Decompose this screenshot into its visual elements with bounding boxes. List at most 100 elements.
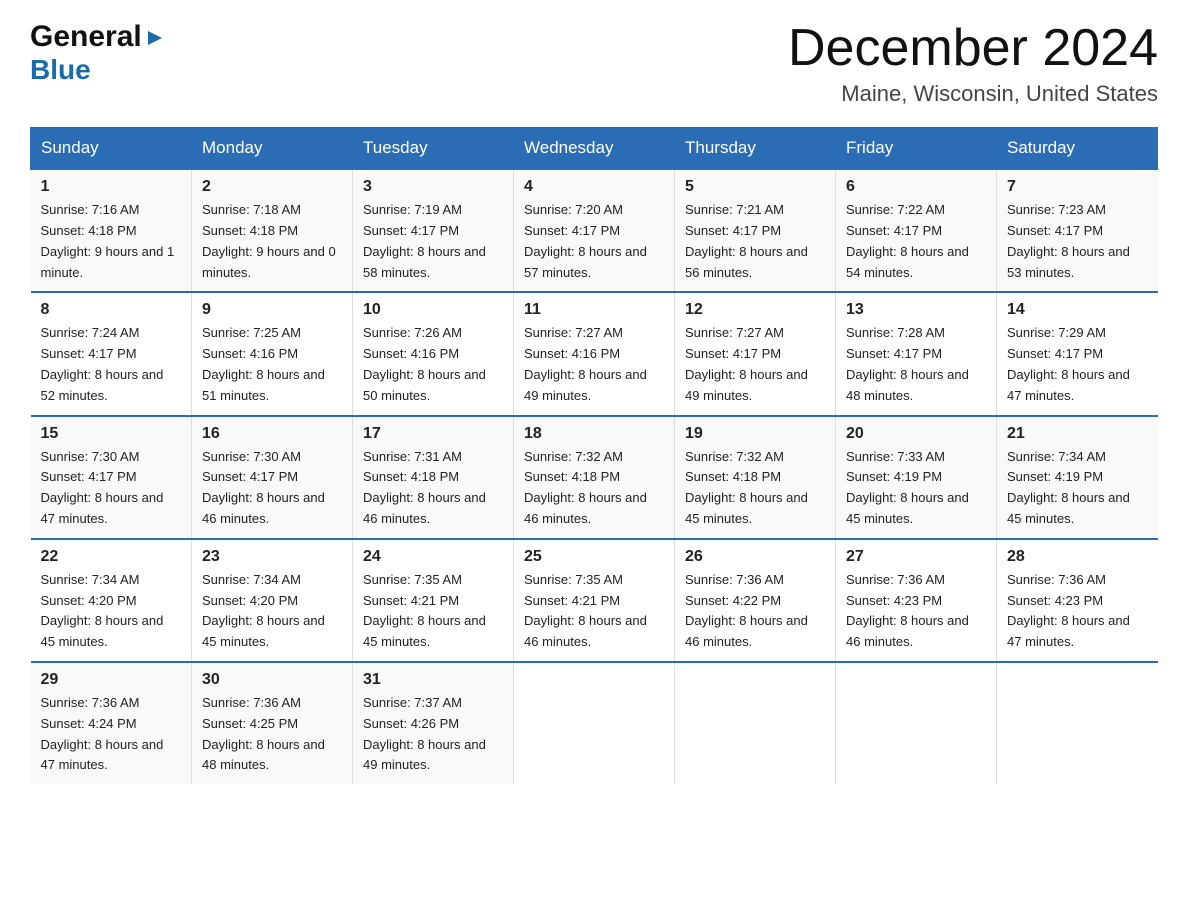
day-number: 5 bbox=[685, 178, 825, 196]
day-number: 29 bbox=[41, 671, 182, 689]
day-number: 17 bbox=[363, 425, 503, 443]
month-title: December 2024 bbox=[788, 20, 1158, 77]
day-info: Sunrise: 7:32 AMSunset: 4:18 PMDaylight:… bbox=[685, 447, 825, 530]
day-number: 28 bbox=[1007, 548, 1148, 566]
day-number: 16 bbox=[202, 425, 342, 443]
day-number: 31 bbox=[363, 671, 503, 689]
header-wednesday: Wednesday bbox=[514, 128, 675, 170]
day-number: 12 bbox=[685, 301, 825, 319]
calendar-cell: 11 Sunrise: 7:27 AMSunset: 4:16 PMDaylig… bbox=[514, 292, 675, 415]
day-number: 11 bbox=[524, 301, 664, 319]
day-info: Sunrise: 7:24 AMSunset: 4:17 PMDaylight:… bbox=[41, 323, 182, 406]
header-friday: Friday bbox=[836, 128, 997, 170]
calendar-cell: 22 Sunrise: 7:34 AMSunset: 4:20 PMDaylig… bbox=[31, 539, 192, 662]
calendar-cell: 12 Sunrise: 7:27 AMSunset: 4:17 PMDaylig… bbox=[675, 292, 836, 415]
day-info: Sunrise: 7:36 AMSunset: 4:25 PMDaylight:… bbox=[202, 693, 342, 776]
header-sunday: Sunday bbox=[31, 128, 192, 170]
day-number: 24 bbox=[363, 548, 503, 566]
day-number: 6 bbox=[846, 178, 986, 196]
day-info: Sunrise: 7:35 AMSunset: 4:21 PMDaylight:… bbox=[524, 570, 664, 653]
day-info: Sunrise: 7:16 AMSunset: 4:18 PMDaylight:… bbox=[41, 200, 182, 283]
header-row: Sunday Monday Tuesday Wednesday Thursday… bbox=[31, 128, 1158, 170]
day-number: 22 bbox=[41, 548, 182, 566]
calendar-cell: 25 Sunrise: 7:35 AMSunset: 4:21 PMDaylig… bbox=[514, 539, 675, 662]
day-info: Sunrise: 7:23 AMSunset: 4:17 PMDaylight:… bbox=[1007, 200, 1148, 283]
calendar-cell: 17 Sunrise: 7:31 AMSunset: 4:18 PMDaylig… bbox=[353, 416, 514, 539]
calendar-header: Sunday Monday Tuesday Wednesday Thursday… bbox=[31, 128, 1158, 170]
calendar-cell: 18 Sunrise: 7:32 AMSunset: 4:18 PMDaylig… bbox=[514, 416, 675, 539]
calendar-cell: 21 Sunrise: 7:34 AMSunset: 4:19 PMDaylig… bbox=[997, 416, 1158, 539]
title-section: December 2024 Maine, Wisconsin, United S… bbox=[788, 20, 1158, 107]
calendar-body: 1 Sunrise: 7:16 AMSunset: 4:18 PMDayligh… bbox=[31, 169, 1158, 784]
logo: General Blue bbox=[30, 20, 166, 86]
calendar-cell bbox=[675, 662, 836, 784]
calendar-cell: 20 Sunrise: 7:33 AMSunset: 4:19 PMDaylig… bbox=[836, 416, 997, 539]
calendar-cell: 2 Sunrise: 7:18 AMSunset: 4:18 PMDayligh… bbox=[192, 169, 353, 292]
day-number: 30 bbox=[202, 671, 342, 689]
calendar-week-row: 8 Sunrise: 7:24 AMSunset: 4:17 PMDayligh… bbox=[31, 292, 1158, 415]
day-info: Sunrise: 7:30 AMSunset: 4:17 PMDaylight:… bbox=[41, 447, 182, 530]
day-number: 2 bbox=[202, 178, 342, 196]
day-number: 1 bbox=[41, 178, 182, 196]
day-number: 14 bbox=[1007, 301, 1148, 319]
day-number: 23 bbox=[202, 548, 342, 566]
calendar-cell: 28 Sunrise: 7:36 AMSunset: 4:23 PMDaylig… bbox=[997, 539, 1158, 662]
day-info: Sunrise: 7:34 AMSunset: 4:19 PMDaylight:… bbox=[1007, 447, 1148, 530]
day-number: 9 bbox=[202, 301, 342, 319]
page-header: General Blue December 2024 Maine, Wiscon… bbox=[30, 20, 1158, 107]
calendar-cell: 16 Sunrise: 7:30 AMSunset: 4:17 PMDaylig… bbox=[192, 416, 353, 539]
logo-triangle-icon bbox=[144, 27, 166, 49]
calendar-week-row: 29 Sunrise: 7:36 AMSunset: 4:24 PMDaylig… bbox=[31, 662, 1158, 784]
day-info: Sunrise: 7:32 AMSunset: 4:18 PMDaylight:… bbox=[524, 447, 664, 530]
day-info: Sunrise: 7:22 AMSunset: 4:17 PMDaylight:… bbox=[846, 200, 986, 283]
day-info: Sunrise: 7:19 AMSunset: 4:17 PMDaylight:… bbox=[363, 200, 503, 283]
day-number: 4 bbox=[524, 178, 664, 196]
calendar-cell: 3 Sunrise: 7:19 AMSunset: 4:17 PMDayligh… bbox=[353, 169, 514, 292]
calendar-cell: 9 Sunrise: 7:25 AMSunset: 4:16 PMDayligh… bbox=[192, 292, 353, 415]
calendar-cell: 1 Sunrise: 7:16 AMSunset: 4:18 PMDayligh… bbox=[31, 169, 192, 292]
day-info: Sunrise: 7:26 AMSunset: 4:16 PMDaylight:… bbox=[363, 323, 503, 406]
calendar-cell: 27 Sunrise: 7:36 AMSunset: 4:23 PMDaylig… bbox=[836, 539, 997, 662]
day-info: Sunrise: 7:30 AMSunset: 4:17 PMDaylight:… bbox=[202, 447, 342, 530]
calendar-cell: 23 Sunrise: 7:34 AMSunset: 4:20 PMDaylig… bbox=[192, 539, 353, 662]
calendar-cell: 5 Sunrise: 7:21 AMSunset: 4:17 PMDayligh… bbox=[675, 169, 836, 292]
calendar-cell: 13 Sunrise: 7:28 AMSunset: 4:17 PMDaylig… bbox=[836, 292, 997, 415]
day-info: Sunrise: 7:37 AMSunset: 4:26 PMDaylight:… bbox=[363, 693, 503, 776]
day-number: 18 bbox=[524, 425, 664, 443]
calendar-cell bbox=[514, 662, 675, 784]
day-info: Sunrise: 7:25 AMSunset: 4:16 PMDaylight:… bbox=[202, 323, 342, 406]
calendar-cell: 19 Sunrise: 7:32 AMSunset: 4:18 PMDaylig… bbox=[675, 416, 836, 539]
day-info: Sunrise: 7:34 AMSunset: 4:20 PMDaylight:… bbox=[41, 570, 182, 653]
day-info: Sunrise: 7:31 AMSunset: 4:18 PMDaylight:… bbox=[363, 447, 503, 530]
day-number: 19 bbox=[685, 425, 825, 443]
calendar-cell: 26 Sunrise: 7:36 AMSunset: 4:22 PMDaylig… bbox=[675, 539, 836, 662]
calendar-cell: 24 Sunrise: 7:35 AMSunset: 4:21 PMDaylig… bbox=[353, 539, 514, 662]
header-thursday: Thursday bbox=[675, 128, 836, 170]
day-number: 25 bbox=[524, 548, 664, 566]
calendar-cell: 31 Sunrise: 7:37 AMSunset: 4:26 PMDaylig… bbox=[353, 662, 514, 784]
day-number: 3 bbox=[363, 178, 503, 196]
day-number: 26 bbox=[685, 548, 825, 566]
calendar-cell: 29 Sunrise: 7:36 AMSunset: 4:24 PMDaylig… bbox=[31, 662, 192, 784]
calendar-week-row: 15 Sunrise: 7:30 AMSunset: 4:17 PMDaylig… bbox=[31, 416, 1158, 539]
calendar-table: Sunday Monday Tuesday Wednesday Thursday… bbox=[30, 127, 1158, 784]
logo-general: General bbox=[30, 20, 142, 54]
location-title: Maine, Wisconsin, United States bbox=[788, 81, 1158, 107]
day-number: 13 bbox=[846, 301, 986, 319]
day-info: Sunrise: 7:36 AMSunset: 4:22 PMDaylight:… bbox=[685, 570, 825, 653]
day-info: Sunrise: 7:18 AMSunset: 4:18 PMDaylight:… bbox=[202, 200, 342, 283]
day-number: 20 bbox=[846, 425, 986, 443]
day-info: Sunrise: 7:34 AMSunset: 4:20 PMDaylight:… bbox=[202, 570, 342, 653]
calendar-cell: 10 Sunrise: 7:26 AMSunset: 4:16 PMDaylig… bbox=[353, 292, 514, 415]
day-info: Sunrise: 7:35 AMSunset: 4:21 PMDaylight:… bbox=[363, 570, 503, 653]
logo-blue: Blue bbox=[30, 54, 91, 86]
day-number: 15 bbox=[41, 425, 182, 443]
day-info: Sunrise: 7:28 AMSunset: 4:17 PMDaylight:… bbox=[846, 323, 986, 406]
calendar-cell: 8 Sunrise: 7:24 AMSunset: 4:17 PMDayligh… bbox=[31, 292, 192, 415]
day-info: Sunrise: 7:29 AMSunset: 4:17 PMDaylight:… bbox=[1007, 323, 1148, 406]
day-info: Sunrise: 7:36 AMSunset: 4:23 PMDaylight:… bbox=[846, 570, 986, 653]
day-info: Sunrise: 7:21 AMSunset: 4:17 PMDaylight:… bbox=[685, 200, 825, 283]
calendar-cell: 30 Sunrise: 7:36 AMSunset: 4:25 PMDaylig… bbox=[192, 662, 353, 784]
calendar-week-row: 1 Sunrise: 7:16 AMSunset: 4:18 PMDayligh… bbox=[31, 169, 1158, 292]
day-number: 27 bbox=[846, 548, 986, 566]
